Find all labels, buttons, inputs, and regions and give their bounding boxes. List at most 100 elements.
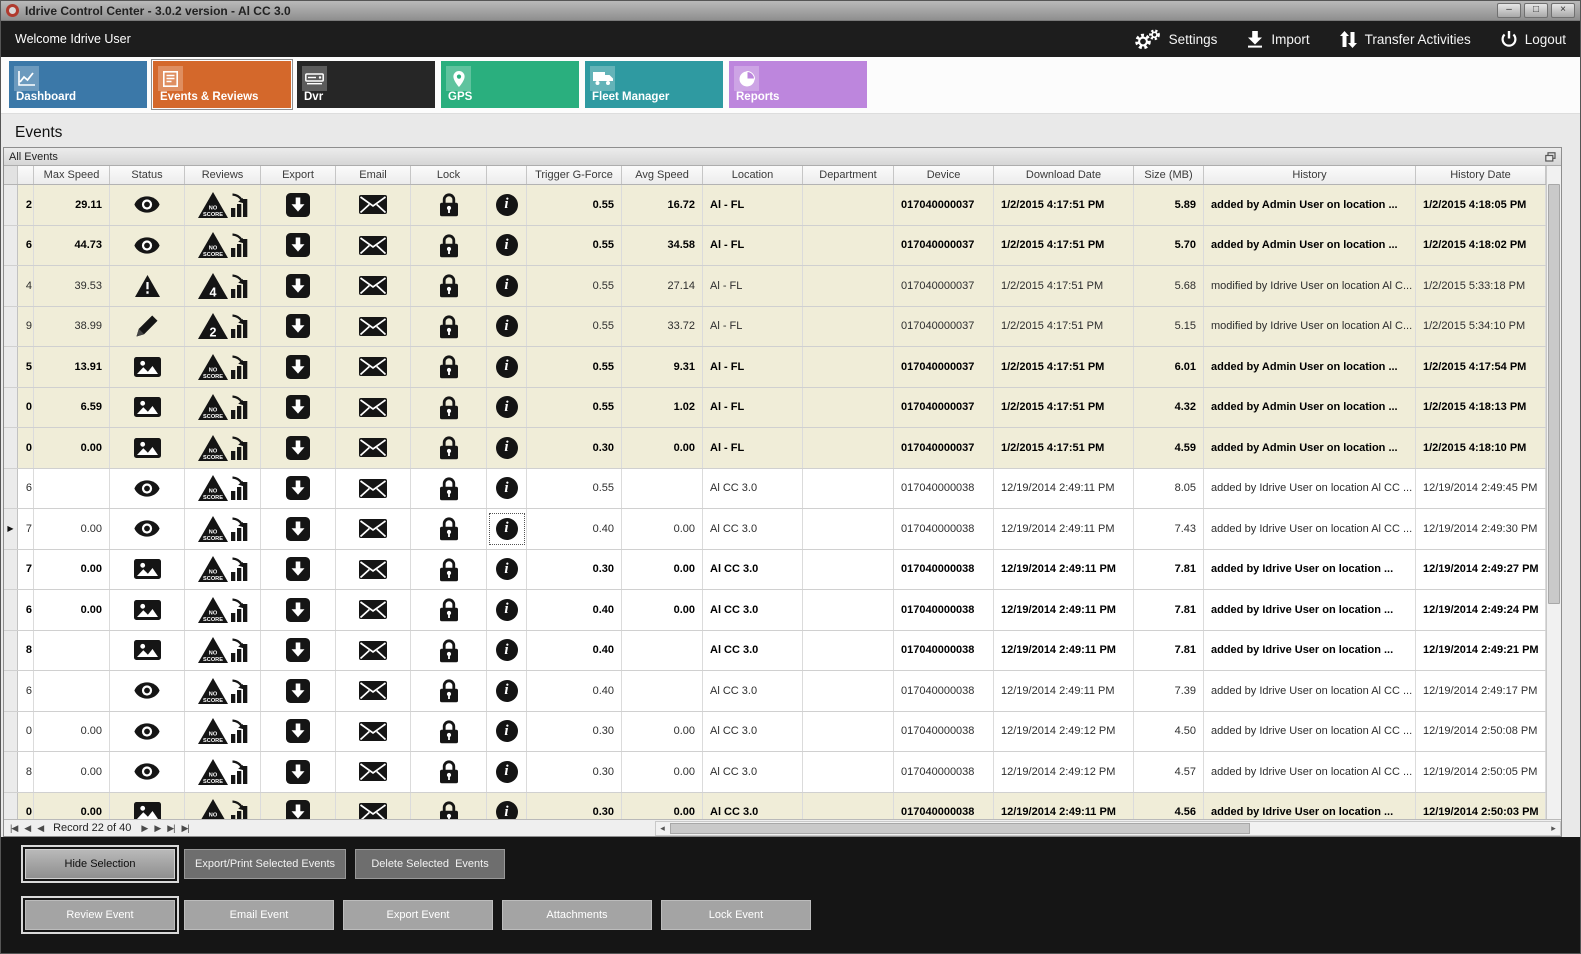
column-header-department[interactable]: Department [803, 166, 894, 184]
lock-icon[interactable] [439, 678, 459, 703]
export-icon[interactable] [286, 233, 310, 257]
lock-icon[interactable] [439, 597, 459, 622]
review-score-icon[interactable]: NOSCORE [198, 718, 228, 744]
tab-gps[interactable]: GPS [441, 61, 579, 108]
tab-events-reviews[interactable]: Events & Reviews [153, 61, 291, 108]
review-score-icon[interactable]: NOSCORE [198, 232, 228, 258]
review-chart-icon[interactable] [231, 760, 248, 784]
info-icon[interactable]: i [496, 356, 518, 378]
review-score-icon[interactable]: 2 [198, 313, 228, 339]
transfer-activities-action[interactable]: Transfer Activities [1340, 31, 1471, 48]
table-row[interactable]: 439.534i0.5527.14Al - FL0170400000371/2/… [4, 266, 1546, 307]
review-score-icon[interactable]: NOSCORE [198, 354, 228, 380]
review-score-icon[interactable]: NOSCORE [198, 475, 228, 501]
export-icon[interactable] [286, 517, 310, 541]
table-row[interactable]: 60.00NOSCOREi0.400.00Al CC 3.00170400000… [4, 590, 1546, 631]
review-chart-icon[interactable] [231, 436, 248, 460]
export-icon[interactable] [286, 800, 310, 819]
email-icon[interactable] [359, 600, 387, 619]
email-icon[interactable] [359, 398, 387, 417]
column-header-history[interactable]: History [1204, 166, 1416, 184]
info-icon[interactable]: i [496, 761, 518, 783]
email-icon[interactable] [359, 195, 387, 214]
column-header-location[interactable]: Location [703, 166, 803, 184]
review-chart-icon[interactable] [231, 355, 248, 379]
lock-icon[interactable] [439, 314, 459, 339]
info-icon[interactable]: i [496, 396, 518, 418]
info-icon[interactable]: i [496, 234, 518, 256]
export-icon[interactable] [286, 476, 310, 500]
email-icon[interactable] [359, 357, 387, 376]
export-icon[interactable] [286, 193, 310, 217]
email-icon[interactable] [359, 276, 387, 295]
export-event-button[interactable]: Export Event [343, 900, 493, 930]
lock-event-button[interactable]: Lock Event [661, 900, 811, 930]
pager-nav-button[interactable]: ▶| [182, 823, 189, 834]
pager-nav-button[interactable]: |◀ [10, 823, 17, 834]
column-header-reviews[interactable]: Reviews [185, 166, 261, 184]
lock-icon[interactable] [439, 759, 459, 784]
export-icon[interactable] [286, 557, 310, 581]
export-icon[interactable] [286, 719, 310, 743]
table-row[interactable]: 06.59NOSCOREi0.551.02Al - FL017040000037… [4, 388, 1546, 429]
export-icon[interactable] [286, 760, 310, 784]
review-chart-icon[interactable] [231, 193, 248, 217]
column-header-export[interactable]: Export [261, 166, 336, 184]
email-icon[interactable] [359, 762, 387, 781]
close-button[interactable]: × [1551, 3, 1575, 18]
maximize-button[interactable]: □ [1524, 3, 1548, 18]
column-header-lock[interactable]: Lock [411, 166, 487, 184]
email-icon[interactable] [359, 681, 387, 700]
email-icon[interactable] [359, 438, 387, 457]
column-header-download-date[interactable]: Download Date [994, 166, 1134, 184]
pager-nav-button[interactable]: ▶ [141, 823, 147, 834]
email-icon[interactable] [359, 560, 387, 579]
column-header-max-speed[interactable]: Max Speed [34, 166, 110, 184]
review-score-icon[interactable]: NOSCORE [198, 435, 228, 461]
review-score-icon[interactable]: NOSCORE [198, 394, 228, 420]
review-chart-icon[interactable] [231, 517, 248, 541]
export-icon[interactable] [286, 598, 310, 622]
review-score-icon[interactable]: 4 [198, 273, 228, 299]
column-header-device[interactable]: Device [894, 166, 994, 184]
review-chart-icon[interactable] [231, 274, 248, 298]
table-row[interactable]: 644.73NOSCOREi0.5534.58Al - FL0170400000… [4, 226, 1546, 267]
info-icon[interactable]: i [496, 194, 518, 216]
review-chart-icon[interactable] [231, 557, 248, 581]
pager-nav-button[interactable]: ▶| [167, 823, 174, 834]
info-icon[interactable]: i [496, 275, 518, 297]
review-score-icon[interactable]: NOSCORE [198, 759, 228, 785]
column-header-history-date[interactable]: History Date [1416, 166, 1546, 184]
vertical-scrollbar-thumb[interactable] [1548, 184, 1560, 604]
export-icon[interactable] [286, 355, 310, 379]
column-header-email[interactable]: Email [336, 166, 411, 184]
review-chart-icon[interactable] [231, 679, 248, 703]
column-header-trigger-g-force[interactable]: Trigger G-Force [527, 166, 622, 184]
review-score-icon[interactable]: NOSCORE [198, 556, 228, 582]
lock-icon[interactable] [439, 800, 459, 819]
minimize-button[interactable]: – [1497, 3, 1521, 18]
table-row[interactable]: ▶70.00NOSCOREi0.400.00Al CC 3.0017040000… [4, 509, 1546, 550]
horizontal-scrollbar[interactable]: ◂ ▸ [655, 821, 1561, 836]
review-score-icon[interactable]: NOSCORE [198, 516, 228, 542]
table-row[interactable]: 6NOSCOREi0.55Al CC 3.001704000003812/19/… [4, 469, 1546, 510]
email-event-button[interactable]: Email Event [184, 900, 334, 930]
table-row[interactable]: 229.11NOSCOREi0.5516.72Al - FL0170400000… [4, 185, 1546, 226]
table-row[interactable]: 513.91NOSCOREi0.559.31Al - FL01704000003… [4, 347, 1546, 388]
info-icon[interactable]: i [496, 639, 518, 661]
column-header-size-mb[interactable]: Size (MB) [1134, 166, 1204, 184]
info-icon[interactable]: i [496, 315, 518, 337]
lock-icon[interactable] [439, 516, 459, 541]
pager-nav-button[interactable]: ▶ [154, 823, 160, 834]
tab-dvr[interactable]: Dvr [297, 61, 435, 108]
email-icon[interactable] [359, 479, 387, 498]
review-score-icon[interactable]: NOSCORE [198, 192, 228, 218]
review-chart-icon[interactable] [231, 719, 248, 743]
lock-icon[interactable] [439, 557, 459, 582]
table-row[interactable]: 00.00NOSCOREi0.300.00Al CC 3.00170400000… [4, 712, 1546, 753]
lock-icon[interactable] [439, 719, 459, 744]
review-score-icon[interactable]: NOSCORE [198, 637, 228, 663]
table-row[interactable]: 6NOSCOREi0.40Al CC 3.001704000003812/19/… [4, 671, 1546, 712]
tab-reports[interactable]: Reports [729, 61, 867, 108]
lock-icon[interactable] [439, 273, 459, 298]
